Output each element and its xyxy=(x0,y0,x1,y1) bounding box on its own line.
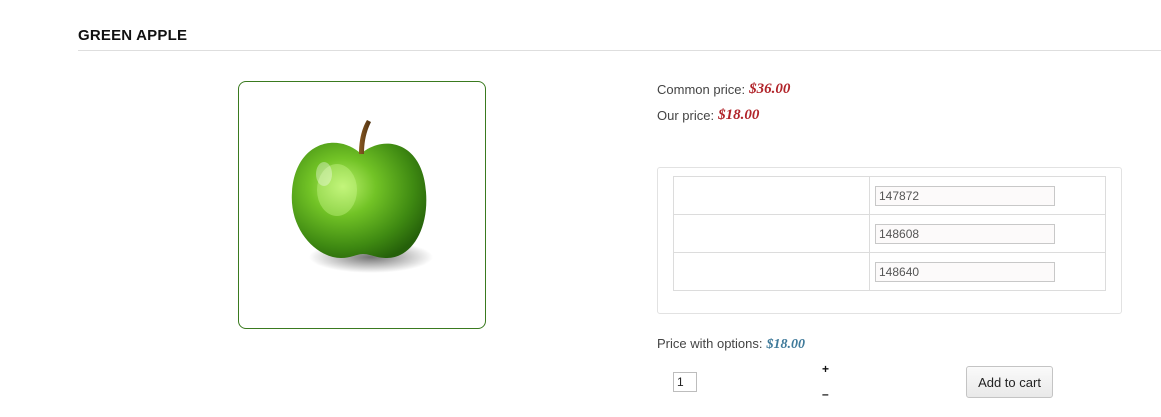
option-field-cell xyxy=(869,176,1106,215)
our-price-row: Our price: $18.00 xyxy=(657,107,759,124)
quantity-decrease-button[interactable]: – xyxy=(822,388,829,400)
table-row xyxy=(673,176,1106,215)
option-input-2[interactable] xyxy=(875,223,1055,244)
price-with-options-row: Price with options: $18.00 xyxy=(657,336,805,353)
option-label-cell xyxy=(673,252,870,291)
options-table xyxy=(673,176,1106,291)
our-price-value: $18.00 xyxy=(718,107,760,124)
add-to-cart-button[interactable]: Add to cart xyxy=(966,366,1053,398)
price-with-options-value: $18.00 xyxy=(766,337,806,352)
quantity-increase-button[interactable]: + xyxy=(822,363,829,375)
common-price-value: $36.00 xyxy=(749,81,791,98)
option-field-cell xyxy=(869,214,1106,253)
option-input-1[interactable] xyxy=(875,185,1055,206)
title-divider xyxy=(78,50,1161,51)
product-title: GREEN APPLE xyxy=(78,27,188,44)
option-label-cell xyxy=(673,214,870,253)
quantity-input[interactable] xyxy=(673,372,697,392)
options-panel xyxy=(657,167,1122,314)
table-row xyxy=(673,252,1106,291)
our-price-label: Our price: xyxy=(657,108,715,124)
price-with-options-label: Price with options: xyxy=(657,336,763,351)
table-row xyxy=(673,214,1106,253)
product-page: GREEN APPLE Common price: $36.00 Our pri… xyxy=(0,0,1161,417)
product-image-frame[interactable] xyxy=(238,81,486,329)
option-field-cell xyxy=(869,252,1106,291)
common-price-label: Common price: xyxy=(657,82,746,98)
option-label-cell xyxy=(673,176,870,215)
option-input-3[interactable] xyxy=(875,261,1055,282)
common-price-row: Common price: $36.00 xyxy=(657,81,790,98)
green-apple-icon xyxy=(291,120,433,273)
